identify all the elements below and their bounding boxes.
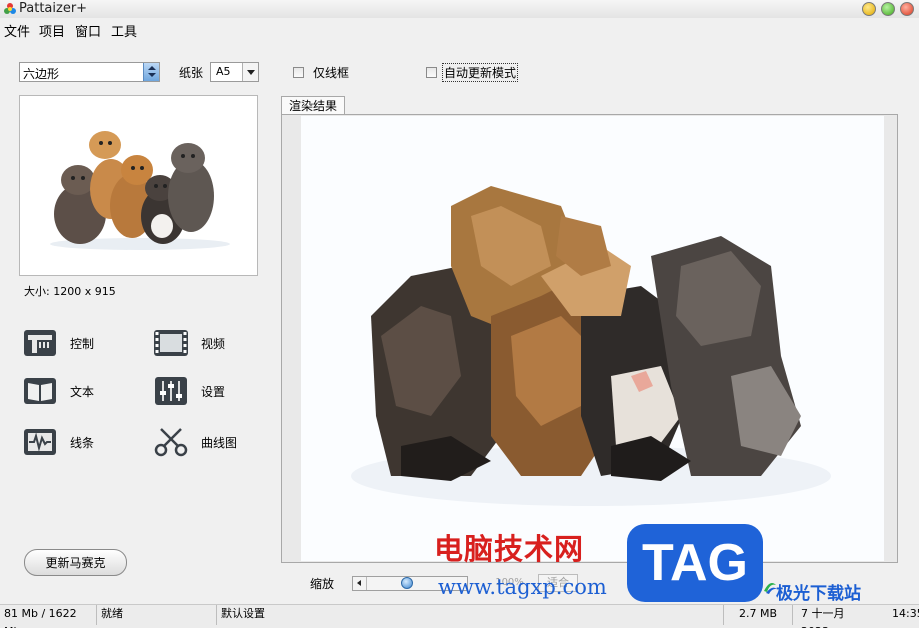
- title-bar[interactable]: Pattaizer+: [0, 0, 919, 18]
- auto-update-checkbox[interactable]: [426, 67, 437, 78]
- slider-left-arrow-icon[interactable]: [353, 577, 367, 590]
- status-state: 就绪: [97, 605, 217, 625]
- status-memory: 81 Mb / 1622 Mb: [0, 605, 97, 628]
- tool-settings-label: 设置: [201, 384, 226, 399]
- window-title: Pattaizer+: [19, 1, 88, 16]
- shape-select-value: 六边形: [23, 67, 60, 81]
- tool-text-label: 文本: [70, 384, 95, 399]
- zoom-slider-thumb[interactable]: [401, 577, 413, 589]
- tool-control-label: 控制: [70, 336, 95, 351]
- wireframe-checkbox[interactable]: [293, 67, 304, 78]
- source-image-preview: [19, 95, 258, 276]
- status-time: 14:35: [892, 607, 919, 620]
- scissors-icon: [154, 428, 188, 457]
- kittens-thumbnail: [20, 96, 257, 275]
- film-icon: [154, 330, 188, 356]
- minimize-button[interactable]: [862, 2, 876, 16]
- shape-select-spinner[interactable]: [143, 63, 159, 81]
- wireframe-label[interactable]: 仅线框: [313, 64, 349, 81]
- ruler-icon: [24, 330, 56, 356]
- image-size-label: 大小: 1200 x 915: [24, 285, 116, 298]
- tool-curves[interactable]: 曲线图: [153, 427, 237, 457]
- watermark-right-text: 极光下载站: [776, 584, 861, 604]
- tool-lines-label: 线条: [70, 435, 95, 450]
- tool-curves-label: 曲线图: [201, 435, 238, 450]
- update-mosaic-button[interactable]: 更新马赛克: [24, 549, 127, 576]
- chevron-down-icon[interactable]: [242, 63, 258, 81]
- status-bar: 81 Mb / 1622 Mb 就绪 默认设置 2.7 MB 7 十一月 202…: [0, 604, 919, 628]
- maximize-button[interactable]: [881, 2, 895, 16]
- shape-select[interactable]: 六边形: [19, 62, 160, 82]
- tool-text[interactable]: 文本: [22, 376, 94, 406]
- watermark-tag-logo: TAG: [627, 524, 763, 602]
- book-icon: [24, 378, 56, 404]
- tool-video-label: 视频: [201, 336, 226, 351]
- menu-tools[interactable]: 工具: [111, 21, 137, 40]
- status-preset: 默认设置: [217, 605, 724, 625]
- tool-control[interactable]: 控制: [22, 328, 94, 358]
- auto-update-label[interactable]: 自动更新模式: [441, 63, 519, 82]
- watermark-cn-text: 电脑技术网: [434, 532, 585, 566]
- sliders-icon: [155, 377, 187, 405]
- tool-lines[interactable]: 线条: [22, 427, 94, 457]
- status-date: 7 十一月 2023: [801, 607, 845, 628]
- menu-bar: 文件 项目 窗口 工具: [0, 19, 919, 40]
- menu-project[interactable]: 项目: [39, 21, 65, 40]
- watermark-url: www.tagxp.com: [438, 575, 607, 599]
- tool-settings[interactable]: 设置: [153, 376, 225, 406]
- status-file-size: 2.7 MB: [735, 605, 793, 625]
- menu-window[interactable]: 窗口: [75, 21, 101, 40]
- tab-render-result[interactable]: 渲染结果: [281, 96, 345, 115]
- app-logo-icon: [4, 3, 16, 14]
- paper-select[interactable]: A5: [210, 62, 259, 82]
- paper-label: 纸张: [179, 66, 204, 80]
- zoom-label: 缩放: [310, 577, 335, 591]
- spin-down-icon[interactable]: [148, 73, 156, 77]
- waveform-icon: [24, 429, 56, 455]
- menu-file[interactable]: 文件: [4, 21, 30, 40]
- mosaic-render-image: [301, 116, 884, 561]
- spin-up-icon[interactable]: [148, 66, 156, 70]
- close-button[interactable]: [900, 2, 914, 16]
- paper-select-value: A5: [216, 65, 231, 78]
- render-canvas[interactable]: [301, 116, 884, 561]
- tool-video[interactable]: 视频: [153, 328, 225, 358]
